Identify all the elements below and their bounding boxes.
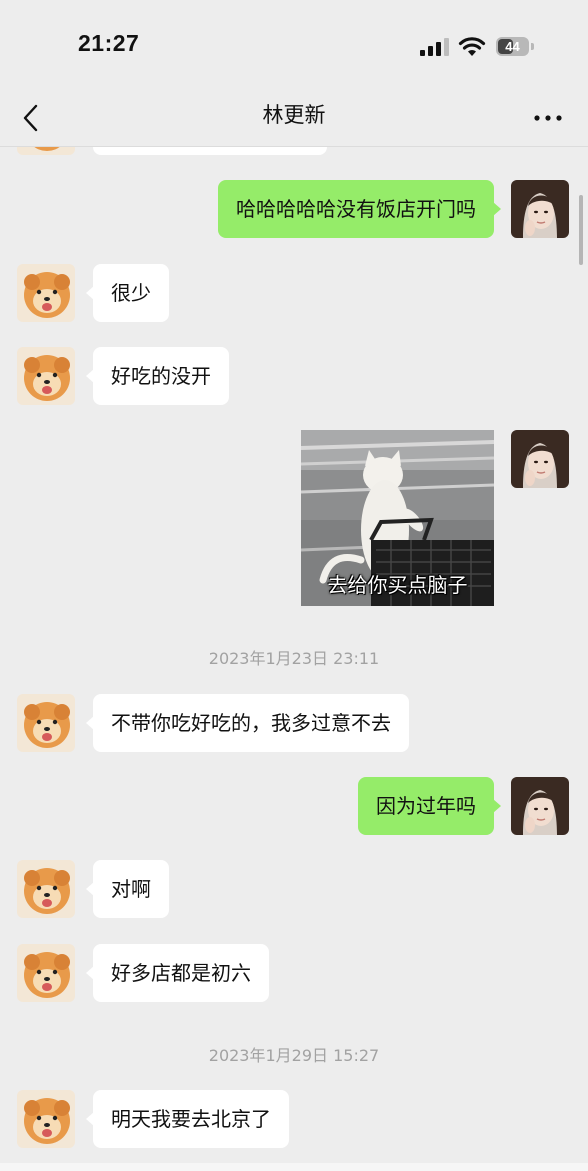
chat-title: 林更新 (262, 103, 326, 127)
user-avatar[interactable] (511, 777, 569, 835)
message-bubble[interactable] (93, 147, 327, 155)
user-avatar[interactable] (511, 430, 569, 488)
message-bubble[interactable]: 哈哈哈哈哈没有饭店开门吗 (218, 180, 501, 238)
message-bubble[interactable]: 很少 (86, 264, 169, 322)
chat-timestamp: 2023年1月29日 15:27 (208, 1046, 380, 1065)
contact-avatar[interactable] (17, 944, 75, 1002)
sticker-caption: 去给你买点脑子 (327, 573, 468, 597)
contact-avatar[interactable] (17, 694, 75, 752)
contact-avatar[interactable] (17, 860, 75, 918)
message-list[interactable]: 哈哈哈哈哈没有饭店开门吗 很少 好吃的没开 去给你买点脑子 2023年1月23日… (0, 147, 588, 1171)
status-bar: 21:27 44 (0, 0, 588, 92)
message-bubble[interactable]: 明天我要去北京了 (86, 1090, 289, 1148)
contact-avatar[interactable] (17, 264, 75, 322)
user-avatar[interactable] (511, 180, 569, 238)
message-bubble[interactable]: 对啊 (86, 860, 169, 918)
chat-timestamp: 2023年1月23日 23:11 (208, 649, 380, 668)
message-bubble[interactable]: 好吃的没开 (86, 347, 229, 405)
signal-icon (420, 38, 449, 56)
nav-bar: 林更新 (0, 92, 588, 147)
wifi-icon (458, 37, 486, 56)
contact-avatar[interactable] (17, 347, 75, 405)
contact-avatar[interactable] (17, 1090, 75, 1148)
message-bubble[interactable]: 不带你吃好吃的，我多过意不去 (86, 694, 409, 752)
contact-avatar[interactable] (17, 147, 75, 155)
sticker-image[interactable]: 去给你买点脑子 (301, 430, 494, 606)
battery-icon: 44 (496, 37, 536, 57)
chat-screen: 21:27 44 林更新 哈哈哈哈哈没有饭店开门吗 很少 好吃的没开 去给你买点… (0, 0, 588, 1171)
message-bubble[interactable]: 因为过年吗 (358, 777, 501, 835)
more-icon[interactable] (528, 98, 568, 138)
input-bar-edge (0, 1163, 588, 1171)
chevron-left-icon[interactable] (14, 98, 50, 138)
battery-level: 44 (505, 39, 520, 54)
message-bubble[interactable]: 好多店都是初六 (86, 944, 269, 1002)
scrollbar[interactable] (579, 195, 583, 265)
status-time: 21:27 (78, 30, 140, 56)
